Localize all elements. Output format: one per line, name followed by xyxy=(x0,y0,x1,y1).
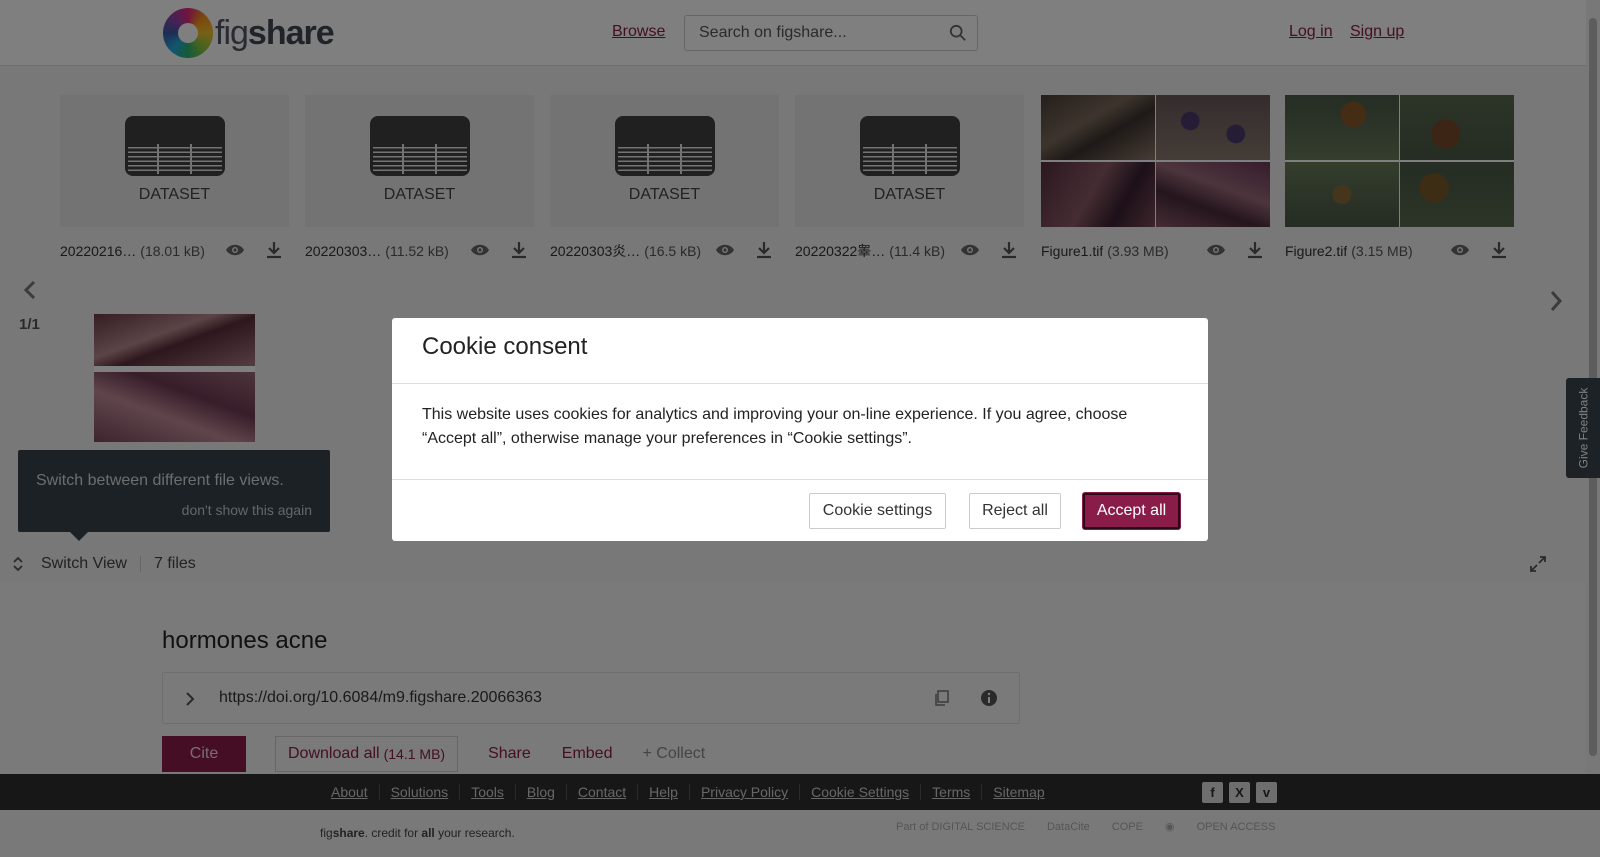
divider xyxy=(392,479,1208,480)
cookie-settings-button[interactable]: Cookie settings xyxy=(809,493,946,529)
reject-all-button[interactable]: Reject all xyxy=(969,493,1061,529)
cookie-dialog-title: Cookie consent xyxy=(422,333,588,360)
cookie-consent-dialog: Cookie consent This website uses cookies… xyxy=(392,318,1208,541)
accept-all-button[interactable]: Accept all xyxy=(1083,493,1180,529)
divider xyxy=(392,383,1208,384)
cookie-dialog-body: This website uses cookies for analytics … xyxy=(422,406,1128,447)
